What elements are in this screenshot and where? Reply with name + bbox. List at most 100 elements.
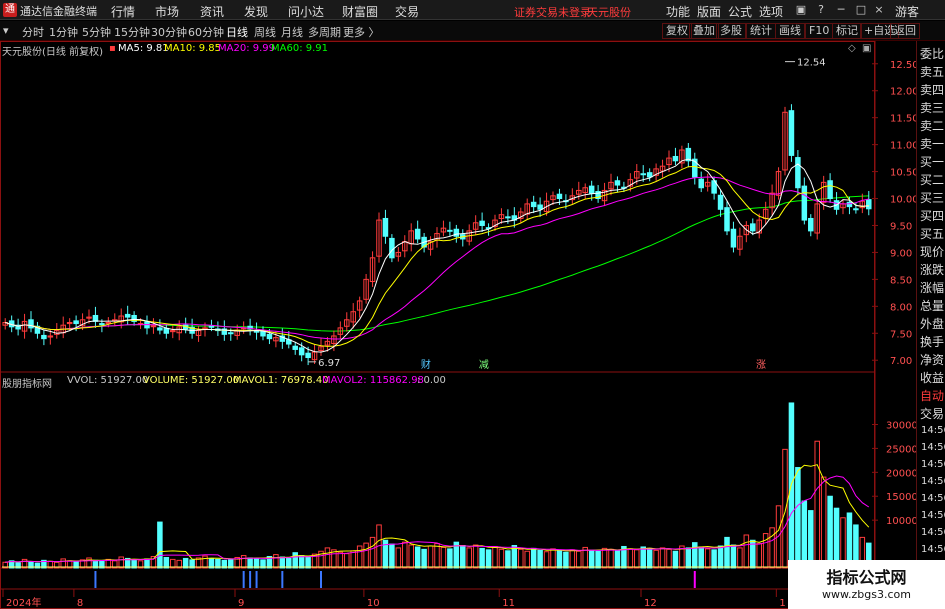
volume-bar [820, 476, 827, 569]
price-axis-label: 8.00 [890, 302, 912, 313]
volume-chart-title: 股朋指标网 [2, 379, 52, 390]
menu-news[interactable]: 资讯 [200, 3, 224, 20]
candle-body [530, 201, 537, 208]
menu-discover[interactable]: 发现 [244, 3, 268, 20]
volume-bar [524, 550, 530, 569]
volume-bar [627, 548, 634, 569]
candle-body [866, 199, 872, 210]
mavol2-line [5, 475, 870, 563]
volume-bar [608, 548, 614, 569]
menu-functions[interactable]: 功能 [666, 3, 690, 20]
price-axis-label: 12.50 [890, 60, 916, 71]
side-change-pct: 涨幅 [920, 281, 945, 295]
collapse-panel-icon[interactable]: ▣ [862, 43, 871, 54]
quote-side-panel: 委比 卖五 卖四 卖三 卖二 卖一 买一 买二 买三 买四 买五 现价 涨跌 涨… [916, 41, 945, 609]
volume-bar [704, 548, 711, 569]
close-icon[interactable]: × [870, 2, 888, 17]
trade-login-warning[interactable]: 证券交易未登录 [514, 4, 591, 20]
minimize-icon[interactable]: ─ [832, 2, 850, 17]
side-sell-2: 卖二 [920, 119, 945, 133]
menu-layout[interactable]: 版面 [697, 3, 721, 20]
menu-quotes[interactable]: 行情 [111, 3, 135, 20]
stock-chart[interactable]: 12.54 6.97 财 减 涨 12.50 12.00 11.50 11.00 10.50 10… [0, 41, 916, 609]
period-tab-daily[interactable]: 日线 [226, 24, 248, 40]
side-time: 14:56 [921, 476, 945, 487]
multi-stock-button[interactable]: 多股 [716, 23, 746, 39]
price-chart-settings-icon[interactable]: ▪ [109, 43, 116, 54]
period-tab-more[interactable]: 更多 〉 [343, 24, 380, 40]
period-tab-multi[interactable]: 多周期 [308, 24, 341, 40]
period-tab-weekly[interactable]: 周线 [254, 24, 276, 40]
back-button[interactable]: 返回 [890, 23, 920, 39]
period-tab-60min[interactable]: 60分钟 [188, 24, 224, 40]
period-tab-monthly[interactable]: 月线 [281, 24, 303, 40]
volume-bar [717, 545, 724, 569]
price-axis-label: 7.50 [890, 329, 912, 340]
menu-wealth-circle[interactable]: 财富圈 [342, 3, 378, 20]
volume-bar [634, 549, 640, 569]
candle-body [801, 185, 808, 221]
menu-ask-xiaoda[interactable]: 问小达 [288, 3, 324, 20]
side-buy-3: 买三 [920, 191, 945, 205]
volume-bar [614, 550, 621, 569]
statistics-button[interactable]: 统计 [746, 23, 776, 39]
help-icon[interactable]: ? [812, 2, 830, 17]
volume-bar [421, 548, 427, 569]
app-name: 通达信金融终端 [20, 5, 97, 18]
guest-user[interactable]: 游客 [895, 3, 919, 20]
menu-options[interactable]: 选项 [759, 3, 783, 20]
mavol2-label: MAVOL2: 115862.98 [322, 375, 424, 386]
menu-trade[interactable]: 交易 [395, 3, 419, 20]
side-sell-5: 卖五 [920, 65, 945, 79]
diamond-icon[interactable]: ◇ [848, 43, 856, 54]
candle-body [646, 172, 653, 178]
mark-button[interactable]: 标记 [832, 23, 862, 39]
side-time: 14:56 [921, 442, 945, 453]
watermark-title: 指标公式网 [826, 568, 907, 587]
menu-market[interactable]: 市场 [155, 3, 179, 20]
side-auto[interactable]: 自动 [920, 387, 944, 404]
date-axis-label: 11 [502, 598, 515, 609]
side-commission-ratio[interactable]: 委比 [920, 45, 944, 62]
ma20-line [5, 176, 869, 340]
mavol1-label: MAVOL1: 76978.40 [233, 375, 329, 386]
candle-body [788, 110, 795, 156]
period-tab-1min[interactable]: 1分钟 [49, 24, 78, 40]
volume-bar [466, 547, 472, 569]
volume-bar [724, 536, 730, 569]
volume-bar [356, 545, 363, 569]
skin-icon[interactable]: ▣ [792, 2, 810, 17]
candle-body [556, 193, 563, 200]
volume-bar [666, 548, 672, 569]
candle-body [389, 237, 395, 259]
side-trade[interactable]: 交易 [920, 405, 944, 422]
volume-bar [550, 548, 556, 569]
period-tab-15min[interactable]: 15分钟 [114, 24, 150, 40]
menu-formula[interactable]: 公式 [728, 3, 752, 20]
volume-bar [756, 543, 762, 569]
candle-body [228, 332, 234, 335]
volume-bar [601, 547, 608, 569]
volume-axis-label: 25000 [886, 444, 916, 455]
period-tab-5min[interactable]: 5分钟 [82, 24, 111, 40]
volume-bar [698, 546, 704, 569]
period-dropdown-icon[interactable]: ▾ [3, 24, 9, 37]
watermark-url: www.zbgs3.com [822, 588, 911, 601]
volume-bar [646, 547, 653, 569]
draw-line-button[interactable]: 画线 [775, 23, 805, 39]
volume-bar [292, 552, 298, 569]
f10-button[interactable]: F10 [805, 23, 834, 39]
adjust-price-button[interactable]: 复权 [662, 23, 692, 39]
low-marker-label: 6.97 [318, 358, 340, 369]
date-axis-label: 2024年 [6, 596, 41, 609]
maximize-icon[interactable]: □ [852, 2, 870, 17]
period-tab-intraday[interactable]: 分时 [22, 24, 44, 40]
volume-bar [492, 545, 498, 569]
candle-body [447, 229, 453, 232]
side-time: 14:56 [921, 527, 945, 538]
candle-body [750, 223, 756, 232]
overlay-button[interactable]: 叠加 [689, 23, 719, 39]
candle-body [150, 325, 157, 328]
price-axis-label: 8.50 [890, 275, 912, 286]
period-tab-30min[interactable]: 30分钟 [151, 24, 187, 40]
